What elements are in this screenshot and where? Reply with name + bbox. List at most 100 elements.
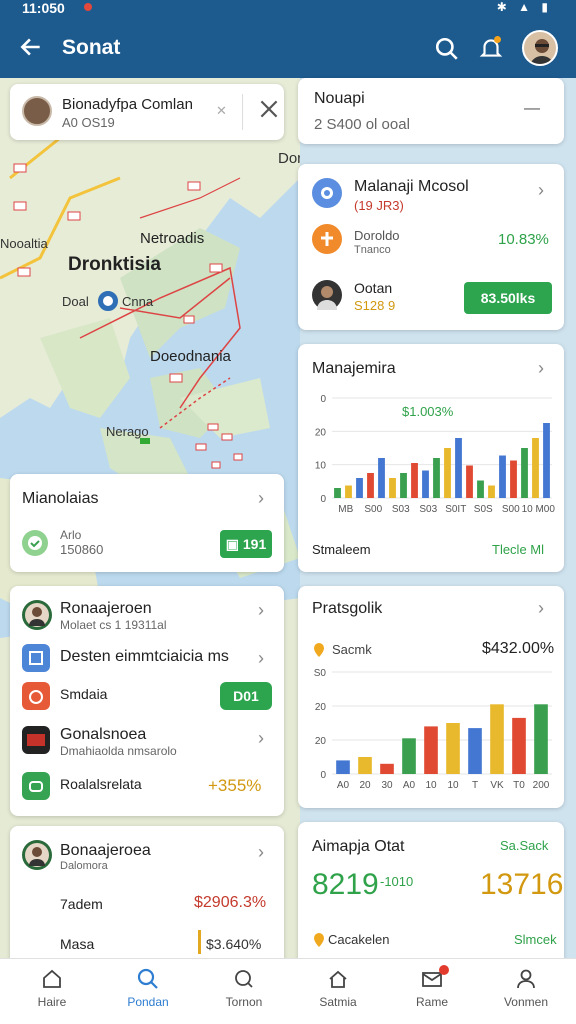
stat-value: 8219 (312, 868, 379, 901)
more-icon[interactable]: — (524, 100, 540, 118)
avatar (22, 600, 52, 630)
avatar (312, 280, 342, 310)
bar[interactable] (336, 760, 350, 774)
bar[interactable] (543, 423, 550, 498)
clear-icon[interactable]: ✕ (216, 103, 227, 119)
map-label-south: Doeodnania (150, 348, 231, 365)
bank-icon (312, 178, 342, 208)
nav-item-search[interactable]: Pondan (100, 959, 196, 1024)
bar[interactable] (358, 757, 372, 774)
map-search-card[interactable]: Bionadyfpa Comlan A0 OS19 ✕ (10, 84, 284, 140)
bar[interactable] (334, 488, 341, 498)
stat-sup: -1010 (380, 874, 414, 889)
contact-name: Ootan (354, 280, 393, 296)
bar[interactable] (534, 704, 548, 774)
stats-card[interactable]: Aimapja Otat Sa.Sack 8219 -1010 13716 Ca… (298, 822, 564, 976)
bar[interactable] (490, 704, 504, 774)
bar[interactable] (400, 473, 407, 498)
card-title: Aimapja Otat (312, 838, 405, 855)
list-item-title: Roalalsrelata (60, 776, 142, 792)
bar[interactable] (510, 460, 517, 499)
x-tick-label: S03 (419, 504, 437, 515)
chevron-right-icon[interactable]: › (538, 598, 544, 619)
bar[interactable] (389, 478, 396, 498)
list-item-title: Ronaajeroen (60, 600, 152, 617)
nav-label: Haire (37, 995, 67, 1009)
nav-item-places[interactable]: Satmia (290, 959, 386, 1024)
chevron-right-icon[interactable]: › (258, 600, 264, 621)
close-icon[interactable] (256, 96, 282, 122)
card-sub: Arlo (60, 528, 82, 542)
nav-item-profile[interactable]: Vonmen (478, 959, 574, 1024)
x-tick-label: 20 (359, 780, 371, 791)
bar[interactable] (367, 473, 374, 498)
bar[interactable] (488, 485, 495, 499)
flag-icon (22, 726, 50, 754)
bar[interactable] (446, 723, 460, 774)
nav-label: Pondan (127, 995, 169, 1009)
back-arrow-icon[interactable] (18, 34, 44, 60)
map-label-region: Dorrkusia (278, 150, 300, 167)
y-tick-label: S0 (314, 668, 327, 679)
list-card[interactable]: Ronaajeroen Molaet cs 1 19311al › Desten… (10, 586, 284, 816)
x-tick-label: S03 (392, 504, 410, 515)
search-icon (137, 968, 158, 989)
chart-footer-right: Tlecle Ml (492, 542, 545, 557)
chevron-right-icon[interactable]: › (538, 180, 544, 201)
search-card-subtitle: A0 OS19 (62, 115, 115, 130)
nav-item-explore[interactable]: Tornon (196, 959, 292, 1024)
bar[interactable] (422, 470, 429, 499)
bar[interactable] (521, 448, 528, 498)
x-tick-label: S0S (474, 504, 493, 515)
y-tick-label: 20 (315, 427, 327, 438)
chevron-right-icon[interactable]: › (258, 728, 264, 749)
bar[interactable] (356, 478, 363, 498)
location-pin-icon[interactable] (98, 291, 118, 311)
action-button[interactable]: ▣ 191 (220, 530, 272, 558)
mianolaias-card[interactable]: Mianolaias › Arlo 150860 ▣ 191 (10, 474, 284, 572)
list-item-value: +355% (208, 776, 262, 795)
bar[interactable] (433, 458, 440, 498)
bar[interactable] (512, 717, 526, 774)
calendar-icon (22, 644, 50, 672)
bar[interactable] (532, 438, 539, 498)
contacts-card[interactable]: Malanaji Mcosol (19 JR3) › Doroldo Tnanc… (298, 164, 564, 330)
list-item-title: Smdaia (60, 686, 108, 702)
bar[interactable] (411, 463, 418, 498)
chart-title: Manajemira (312, 360, 396, 377)
nav-label: Rame (415, 995, 448, 1009)
bar[interactable] (378, 458, 385, 498)
bar[interactable] (499, 455, 506, 499)
bar[interactable] (402, 738, 416, 774)
bar[interactable] (468, 728, 482, 774)
bar-chart: S020200A0 20 30 A0 10 10 T VK T0 200 (314, 668, 552, 791)
prats-chart-card[interactable]: Pratsgolik › Sacmk $432.00% S0 20 20 0 A0 20 3… (298, 586, 564, 808)
map-label-city: Cnna (122, 294, 154, 309)
bar[interactable] (424, 726, 438, 774)
chevron-right-icon[interactable]: › (258, 842, 264, 863)
x-tick-label: S00 (364, 504, 382, 515)
bar[interactable] (380, 763, 394, 774)
list-item-button[interactable]: D01 (220, 682, 272, 710)
contact-name: Doroldo (354, 228, 400, 243)
nav-item-home[interactable]: Haire (4, 959, 100, 1024)
contact-detail: (19 JR3) (354, 198, 404, 213)
chevron-right-icon[interactable]: › (258, 488, 264, 509)
chevron-right-icon[interactable]: › (538, 358, 544, 379)
bar[interactable] (455, 438, 462, 498)
bar[interactable] (444, 448, 451, 498)
summary-card[interactable]: Nouapi 2 S400 ol ooal — (298, 78, 564, 144)
search-icon[interactable] (434, 36, 460, 62)
bar[interactable] (345, 485, 352, 499)
amount-button[interactable]: 83.50lks (464, 282, 552, 314)
nav-item-mail[interactable]: Rame (384, 959, 480, 1024)
bar[interactable] (466, 465, 473, 499)
avatar[interactable] (522, 30, 558, 66)
chart-value: $432.00% (482, 640, 555, 657)
bell-badge (494, 36, 501, 43)
chevron-right-icon[interactable]: › (258, 648, 264, 669)
management-chart-card[interactable]: Manajemira › 0 20 10 0 MB S00 S03 S03 S0IT S0S S00… (298, 344, 564, 572)
bar[interactable] (477, 480, 484, 499)
summary-list-card[interactable]: Bonaajeroea Dalomora › 7adem $2906.3% Ma… (10, 826, 284, 976)
search-card-title: Bionadyfpa Comlan (62, 96, 193, 113)
